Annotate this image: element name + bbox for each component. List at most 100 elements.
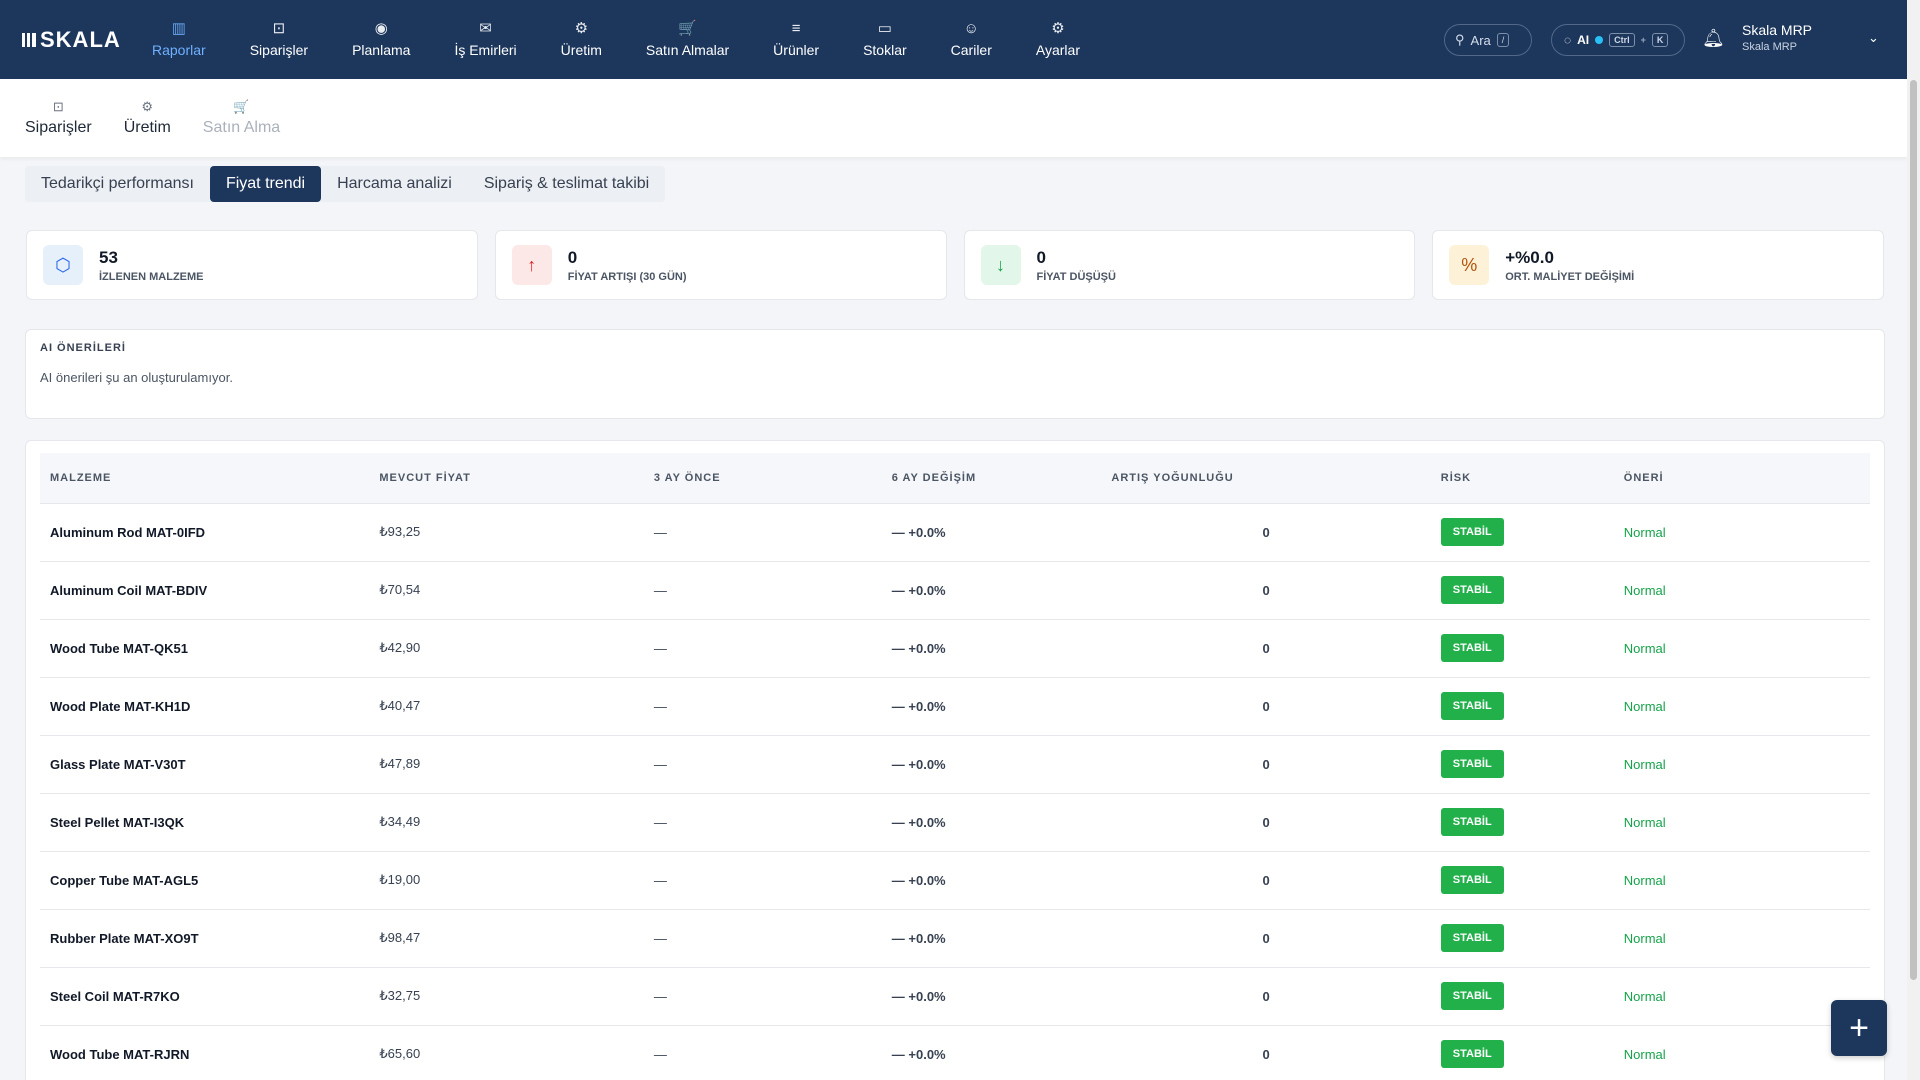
user-name: Skala MRP	[1742, 22, 1813, 38]
nav-cariler-label: Cariler	[950, 42, 992, 58]
column-header[interactable]: RİSK	[1430, 453, 1614, 503]
material-name[interactable]: Wood Tube MAT-QK51	[40, 618, 370, 677]
material-name[interactable]: Aluminum Coil MAT-BDIV	[40, 560, 370, 619]
tab-siparis-teslimat-takibi[interactable]: Sipariş & teslimat takibi	[468, 166, 665, 202]
recommendation: Normal	[1613, 502, 1870, 561]
material-name[interactable]: Glass Plate MAT-V30T	[40, 734, 370, 793]
nav-raporlar[interactable]: ▥ Raporlar	[130, 0, 228, 79]
nav-uretim-label: Üretim	[560, 42, 602, 58]
increase-intensity: 0	[1101, 908, 1431, 967]
search-button[interactable]: ⚲ Ara /	[1444, 24, 1532, 56]
six-month-change: — +0.0%	[881, 618, 1102, 677]
recommendation: Normal	[1613, 734, 1870, 793]
top-navbar: SKALA ▥ Raporlar ⊡ Siparişler ◉ Planlama ✉ İş E…	[0, 0, 1907, 79]
ai-panel-heading: AI ÖNERİLERİ	[40, 342, 126, 354]
nav-satin-almalar[interactable]: 🛒 Satın Almalar	[624, 0, 751, 79]
material-name[interactable]: Rubber Plate MAT-XO9T	[40, 908, 370, 967]
table-row[interactable]: Aluminum Rod MAT-0IFD ₺93,25— — +0.0% 0 STAB…	[40, 502, 1870, 561]
column-header[interactable]: 3 AY ÖNCE	[643, 453, 882, 503]
subnav-siparisler-icon: ⊡	[52, 99, 64, 114]
price-3-months-ago: —	[643, 1024, 882, 1080]
nav-siparisler[interactable]: ⊡ Siparişler	[228, 0, 330, 79]
nav-planlama[interactable]: ◉ Planlama	[330, 0, 432, 79]
subnav-siparisler[interactable]: ⊡ Siparişler	[25, 79, 92, 157]
nav-stoklar[interactable]: ▭ Stoklar	[841, 0, 929, 79]
nav-cariler[interactable]: ☺ Cariler	[929, 0, 1014, 79]
nav-satin-almalar-label: Satın Almalar	[645, 42, 730, 58]
table-row[interactable]: Steel Coil MAT-R7KO ₺32,75— — +0.0% 0 STABİL…	[40, 966, 1870, 1025]
nav-is-emirleri-icon: ✉	[479, 20, 492, 37]
current-price: ₺98,47	[369, 908, 644, 967]
increase-intensity: 0	[1101, 850, 1431, 909]
material-name[interactable]: Copper Tube MAT-AGL5	[40, 850, 370, 909]
skala-logo[interactable]: SKALA	[22, 27, 121, 53]
kpi-fiyat-artisi-label: FİYAT ARTIŞI (30 GÜN)	[567, 270, 687, 283]
column-header[interactable]: 6 AY DEĞİŞİM	[881, 453, 1102, 503]
price-3-months-ago: —	[643, 908, 882, 967]
recommendation: Normal	[1613, 560, 1870, 619]
subnav-uretim-icon: ⚙	[141, 99, 154, 114]
risk-cell: STABİL	[1430, 676, 1614, 735]
price-trend-table: MALZEME MEVCUT FİYAT 3 AY ÖNCE 6 AY DEĞİŞİM…	[40, 453, 1870, 1080]
ai-recommendations-panel: AI ÖNERİLERİ AI önerileri şu an oluşturu…	[25, 329, 1885, 419]
page-scrollbar[interactable]	[1907, 0, 1920, 1080]
ai-panel-text: AI önerileri şu an oluşturulamıyor.	[40, 370, 233, 385]
table-row[interactable]: Steel Pellet MAT-I3QK ₺34,49— — +0.0% 0 STAB…	[40, 792, 1870, 851]
nav-is-emirleri[interactable]: ✉ İş Emirleri	[432, 0, 538, 79]
tab-fiyat-trendi[interactable]: Fiyat trendi	[209, 166, 322, 202]
subnav-uretim[interactable]: ⚙ Üretim	[124, 79, 171, 157]
table-row[interactable]: Rubber Plate MAT-XO9T ₺98,47— — +0.0% 0 STAB…	[40, 908, 1870, 967]
subnav-satin-alma-icon: 🛒	[233, 99, 250, 114]
kpi-izlenen-malzeme-icon: ⬡	[43, 245, 83, 285]
risk-badge: STABİL	[1440, 750, 1504, 778]
notifications-bell-icon[interactable]: 🔔︎	[1702, 28, 1725, 49]
increase-intensity: 0	[1101, 966, 1431, 1025]
nav-planlama-icon: ◉	[374, 20, 388, 37]
table-row[interactable]: Copper Tube MAT-AGL5 ₺19,00— — +0.0% 0 STABİ…	[40, 850, 1870, 909]
subnav-satin-alma-label: Satın Alma	[202, 119, 281, 136]
column-header[interactable]: ARTIŞ YOĞUNLUĞU	[1101, 453, 1431, 503]
risk-badge: STABİL	[1440, 634, 1504, 662]
risk-cell: STABİL	[1430, 850, 1614, 909]
tab-tedarikci-performansi[interactable]: Tedarikçi performansı	[25, 166, 210, 202]
scrollbar-thumb[interactable]	[1910, 80, 1917, 980]
column-header[interactable]: MALZEME	[40, 453, 370, 503]
add-button[interactable]: +	[1831, 1000, 1887, 1056]
column-header[interactable]: MEVCUT FİYAT	[369, 453, 644, 503]
nav-urunler[interactable]: ≡ Ürünler	[751, 0, 841, 79]
search-shortcut-key: /	[1496, 33, 1510, 47]
table-row[interactable]: Wood Tube MAT-QK51 ₺42,90— — +0.0% 0 STABİL N…	[40, 618, 1870, 677]
kpi-ort-maliyet-degisimi-value: +%0.0	[1505, 247, 1554, 267]
material-name[interactable]: Aluminum Rod MAT-0IFD	[40, 502, 370, 561]
nav-raporlar-label: Raporlar	[152, 42, 206, 58]
kpi-fiyat-artisi-icon: ↑	[511, 245, 552, 285]
table-row[interactable]: Glass Plate MAT-V30T ₺47,89— — +0.0% 0 STABİ…	[40, 734, 1870, 793]
user-menu[interactable]: Skala MRP Skala MRP	[1742, 22, 1812, 53]
table-row[interactable]: Wood Tube MAT-RJRN ₺65,60— — +0.0% 0 STABİL N…	[40, 1024, 1870, 1080]
nav-is-emirleri-label: İş Emirleri	[454, 42, 517, 58]
six-month-change: — +0.0%	[881, 908, 1102, 967]
column-header[interactable]: ÖNERİ	[1613, 453, 1870, 503]
nav-siparisler-icon: ⊡	[272, 20, 286, 37]
risk-badge: STABİL	[1440, 576, 1504, 604]
risk-badge: STABİL	[1440, 692, 1504, 720]
kpi-izlenen-malzeme: ⬡ 53 İZLENEN MALZEME	[26, 230, 478, 300]
current-price: ₺47,89	[369, 734, 644, 793]
kpi-fiyat-artisi: ↑ 0 FİYAT ARTIŞI (30 GÜN)	[494, 230, 947, 300]
six-month-change: — +0.0%	[881, 966, 1102, 1025]
material-name[interactable]: Wood Plate MAT-KH1D	[40, 676, 370, 735]
ai-assistant-button[interactable]: ◌ AI Ctrl + K	[1551, 24, 1685, 56]
table-row[interactable]: Aluminum Coil MAT-BDIV ₺70,54— — +0.0% 0 STA…	[40, 560, 1870, 619]
material-name[interactable]: Wood Tube MAT-RJRN	[40, 1024, 370, 1080]
nav-uretim[interactable]: ⚙ Üretim	[539, 0, 624, 79]
kpi-ort-maliyet-degisimi-label: ORT. MALİYET DEĞİŞİMİ	[1505, 270, 1635, 283]
material-name[interactable]: Steel Coil MAT-R7KO	[40, 966, 370, 1025]
table-row[interactable]: Wood Plate MAT-KH1D ₺40,47— — +0.0% 0 STABİL…	[40, 676, 1870, 735]
risk-badge: STABİL	[1440, 924, 1504, 952]
kpi-cards: ⬡ 53 İZLENEN MALZEME ↑ 0 FİYAT ARTIŞI (30 GÜN…	[26, 230, 1884, 300]
nav-ayarlar[interactable]: ⚙ Ayarlar	[1014, 0, 1102, 79]
chevron-down-icon[interactable]: ⌄	[1868, 30, 1879, 46]
tab-harcama-analizi[interactable]: Harcama analizi	[321, 166, 468, 202]
nav-siparisler-label: Siparişler	[249, 42, 309, 58]
material-name[interactable]: Steel Pellet MAT-I3QK	[40, 792, 370, 851]
